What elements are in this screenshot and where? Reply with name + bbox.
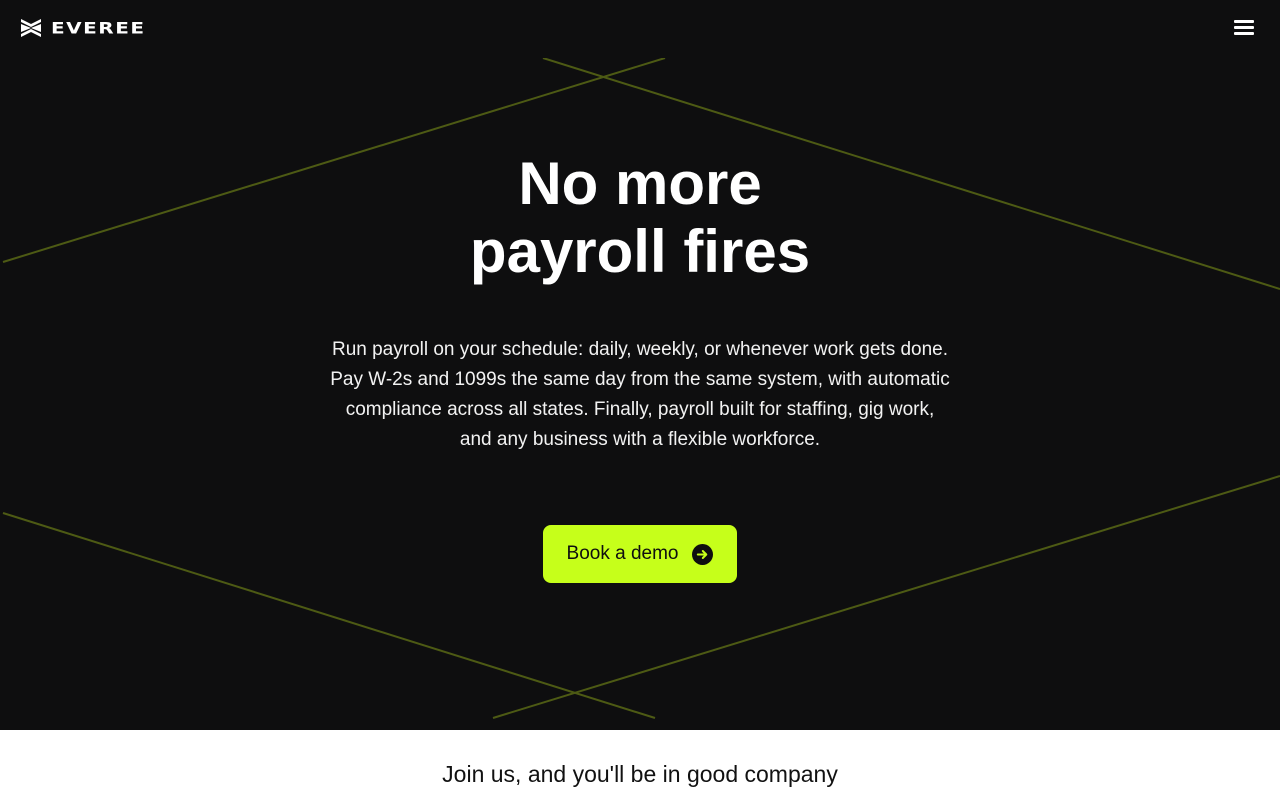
company-heading: Join us, and you'll be in good company [442,761,838,787]
page: EVEREE No more payroll fires Run payroll… [0,0,1280,800]
arrow-right-circle-icon [692,543,714,565]
hero-title-line-1: No more [518,150,762,217]
everee-mark-icon [21,19,41,37]
hero-section: No more payroll fires Run payroll on you… [0,58,1280,730]
book-demo-label: Book a demo [566,543,679,564]
book-demo-button[interactable]: Book a demo [543,525,737,583]
hero-description: Run payroll on your schedule: daily, wee… [330,339,950,450]
hero-title-line-2: payroll fires [469,218,811,285]
customer-logos-section: Join us, and you'll be in good company [0,730,1280,800]
menu-button[interactable] [1234,20,1254,37]
hero-title: No more payroll fires [340,150,940,286]
hamburger-menu-icon-bar [1234,32,1254,35]
brand-logo-link[interactable]: EVEREE [20,18,146,38]
brand-name: EVEREE [51,18,146,38]
hamburger-menu-icon [1234,20,1254,23]
site-header: EVEREE [0,0,1280,58]
hamburger-menu-icon-bar [1234,26,1254,29]
